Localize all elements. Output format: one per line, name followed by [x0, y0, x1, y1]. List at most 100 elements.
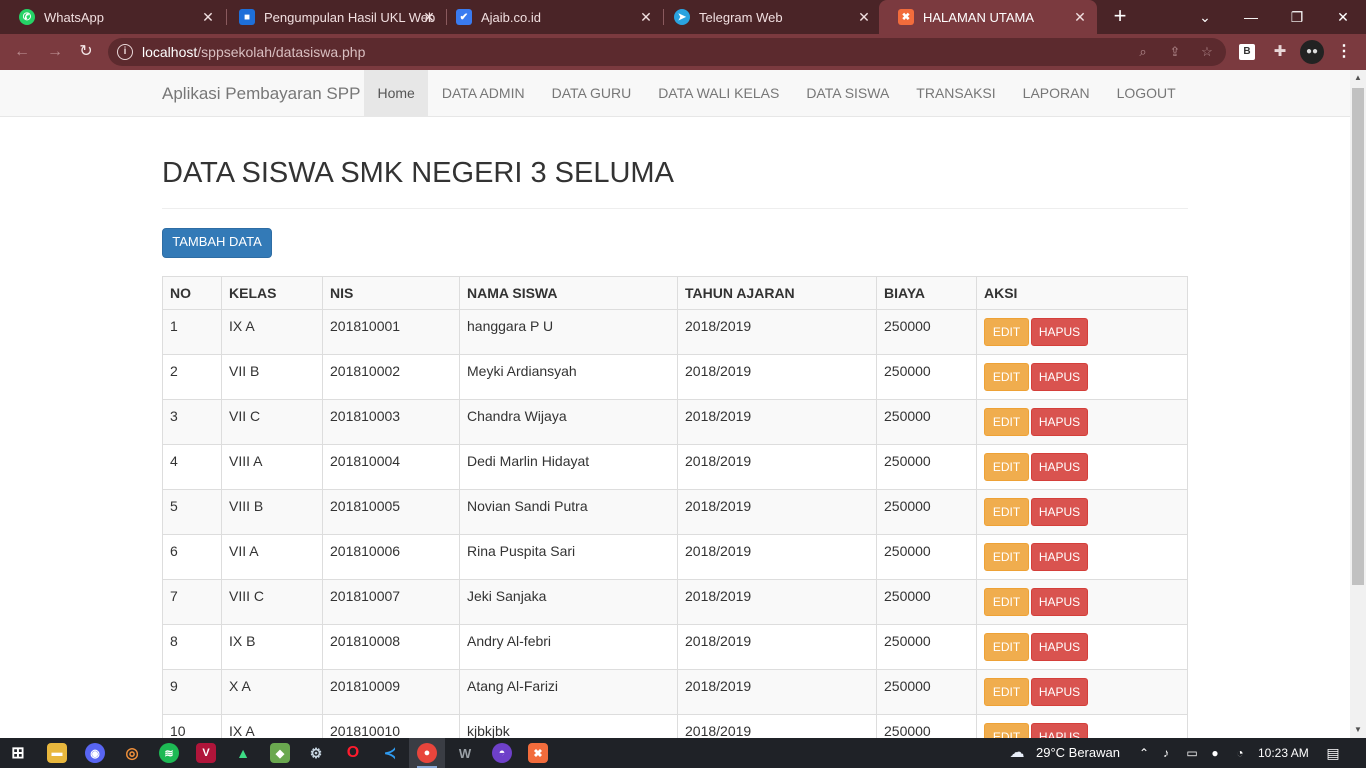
delete-button[interactable]: HAPUS [1031, 588, 1088, 616]
page-scrollbar[interactable]: ▲ ▼ [1350, 70, 1366, 738]
table-row: 9X A 201810009 Atang Al-Farizi 2018/2019 250… [162, 669, 1188, 715]
back-button[interactable]: ← [10, 40, 34, 64]
share-icon[interactable]: ⇪ [1166, 43, 1184, 61]
microphone-icon[interactable]: ● [1207, 745, 1223, 761]
app-brand[interactable]: Aplikasi Pembayaran SPP [162, 84, 360, 104]
cell-nis: 201810010 [322, 714, 460, 738]
cell-nama-siswa: hanggara P U [459, 309, 678, 355]
tab-search-button[interactable]: ⌄ [1182, 0, 1228, 34]
clock-time[interactable]: 10:23 AM [1258, 738, 1309, 768]
edit-button[interactable]: EDIT [984, 723, 1029, 738]
tab-whatsapp[interactable]: ✆ WhatsApp ✕ [0, 0, 225, 34]
new-tab-button[interactable]: + [1108, 5, 1132, 29]
tab-ajaib[interactable]: ✔ Ajaib.co.id ✕ [437, 0, 663, 34]
extensions-puzzle-icon[interactable]: ✚ [1270, 42, 1290, 62]
close-icon[interactable]: ✕ [638, 9, 654, 25]
tab-telegram[interactable]: ➤ Telegram Web ✕ [655, 0, 881, 34]
bookmark-star-icon[interactable]: ☆ [1198, 43, 1216, 61]
forward-button[interactable]: → [43, 40, 67, 64]
cell-nis: 201810006 [322, 534, 460, 580]
scroll-down-arrow-icon[interactable]: ▼ [1350, 722, 1366, 738]
weather-text[interactable]: 29°C Berawan [1036, 738, 1120, 768]
address-bar[interactable]: i localhost/sppsekolah/datasiswa.php ⌕ ⇪… [108, 38, 1226, 66]
vectr-icon[interactable]: V [196, 743, 216, 763]
webstorm-icon[interactable]: W [455, 743, 475, 763]
nav-data-siswa[interactable]: DATA SISWA [793, 70, 903, 116]
profile-avatar[interactable]: ●● [1300, 40, 1324, 64]
window-close-button[interactable]: ✕ [1320, 0, 1366, 34]
nav-transaksi[interactable]: TRANSAKSI [903, 70, 1009, 116]
delete-button[interactable]: HAPUS [1031, 408, 1088, 436]
cell-biaya: 250000 [876, 534, 977, 580]
close-icon[interactable]: ✕ [856, 9, 872, 25]
opera-icon[interactable]: O [343, 743, 363, 763]
cell-tahun-ajaran: 2018/2019 [677, 489, 877, 535]
reload-button[interactable]: ↻ [74, 40, 98, 64]
xampp-taskbar-icon[interactable]: ✖ [528, 743, 548, 763]
add-data-button[interactable]: TAMBAH DATA [162, 228, 272, 258]
cell-nama-siswa: Meyki Ardiansyah [459, 354, 678, 400]
url-text[interactable]: localhost/sppsekolah/datasiswa.php [142, 44, 365, 60]
nav-laporan[interactable]: LAPORAN [1009, 70, 1103, 116]
nav-data-wali-kelas[interactable]: DATA WALI KELAS [645, 70, 793, 116]
edit-button[interactable]: EDIT [984, 363, 1029, 391]
minecraft-icon[interactable]: ◆ [270, 743, 290, 763]
edit-button[interactable]: EDIT [984, 678, 1029, 706]
minimize-button[interactable]: — [1228, 0, 1274, 34]
scroll-up-arrow-icon[interactable]: ▲ [1350, 70, 1366, 86]
nav-home[interactable]: Home [364, 70, 429, 116]
cell-nama-siswa: Dedi Marlin Hidayat [459, 444, 678, 490]
delete-button[interactable]: HAPUS [1031, 453, 1088, 481]
edit-button[interactable]: EDIT [984, 453, 1029, 481]
notification-icon[interactable]: ▤ [1325, 745, 1341, 761]
tab-halaman-utama[interactable]: ✖ HALAMAN UTAMA ✕ [879, 0, 1097, 34]
nav-data-guru[interactable]: DATA GURU [538, 70, 645, 116]
tray-chevron-icon[interactable]: ⌃ [1136, 745, 1152, 761]
delete-button[interactable]: HAPUS [1031, 498, 1088, 526]
tab-pengumpulan[interactable]: ■ Pengumpulan Hasil UKL Web ✕ [220, 0, 446, 34]
android-studio-icon[interactable]: ▲ [233, 743, 253, 763]
windows-start-icon[interactable]: ⊞ [8, 743, 28, 763]
delete-button[interactable]: HAPUS [1031, 678, 1088, 706]
scrollbar-thumb[interactable] [1352, 88, 1364, 585]
close-icon[interactable]: ✕ [1072, 9, 1088, 25]
extension-b-icon[interactable]: B [1239, 44, 1255, 60]
display-icon[interactable]: ▭ [1184, 745, 1200, 761]
edit-button[interactable]: EDIT [984, 543, 1029, 571]
classroom-icon: ■ [239, 9, 255, 25]
site-info-icon[interactable]: i [117, 44, 133, 60]
edit-button[interactable]: EDIT [984, 588, 1029, 616]
blender-icon[interactable]: ◎ [122, 743, 142, 763]
file-explorer-icon[interactable]: ▬ [47, 743, 67, 763]
weather-cloud-icon[interactable]: ☁ [1006, 745, 1028, 761]
close-icon[interactable]: ✕ [421, 9, 437, 25]
chrome-icon[interactable]: ● [417, 743, 437, 763]
edit-button[interactable]: EDIT [984, 408, 1029, 436]
nav-data-admin[interactable]: DATA ADMIN [428, 70, 538, 116]
edit-button[interactable]: EDIT [984, 318, 1029, 346]
nav-logout[interactable]: LOGOUT [1103, 70, 1189, 116]
cell-aksi: EDIT HAPUS [976, 444, 1188, 490]
cell-tahun-ajaran: 2018/2019 [677, 669, 877, 715]
spotify-icon[interactable]: ≋ [159, 743, 179, 763]
delete-button[interactable]: HAPUS [1031, 633, 1088, 661]
vscode-icon[interactable]: ≺ [380, 743, 400, 763]
delete-button[interactable]: HAPUS [1031, 543, 1088, 571]
delete-button[interactable]: HAPUS [1031, 723, 1088, 738]
discord-icon[interactable]: ◉ [85, 743, 105, 763]
steam-icon[interactable]: ⚙ [306, 743, 326, 763]
cell-nis: 201810003 [322, 399, 460, 445]
github-desktop-icon[interactable]: ◓ [492, 743, 512, 763]
edit-button[interactable]: EDIT [984, 633, 1029, 661]
delete-button[interactable]: HAPUS [1031, 363, 1088, 391]
table-row: 1 IX A 201810001 hanggara P U 2018/2019 25000… [162, 309, 1188, 355]
header-aksi: AKSI [976, 276, 1188, 310]
edit-button[interactable]: EDIT [984, 498, 1029, 526]
zoom-search-icon[interactable]: ⌕ [1134, 43, 1152, 61]
delete-button[interactable]: HAPUS [1031, 318, 1088, 346]
restore-button[interactable]: ❐ [1274, 0, 1320, 34]
wifi-icon[interactable]: ◔ [1232, 745, 1248, 761]
browser-menu-icon[interactable]: ⋮ [1334, 42, 1354, 62]
volume-icon[interactable]: ♪ [1158, 745, 1174, 761]
close-icon[interactable]: ✕ [200, 9, 216, 25]
